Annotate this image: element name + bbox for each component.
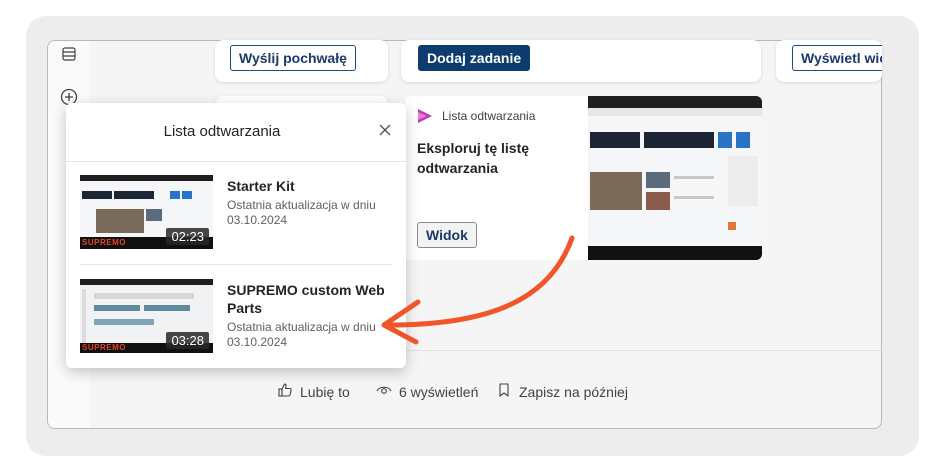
add-task-button[interactable]: Dodaj zadanie: [418, 45, 531, 71]
annotation-arrow: [381, 235, 575, 345]
thumbs-up-icon: [277, 382, 293, 401]
item-divider: [80, 264, 392, 265]
stream-icon: [417, 108, 433, 124]
views-label: 6 wyświetleń: [399, 383, 479, 400]
promo-label: Lista odtwarzania: [442, 109, 536, 123]
send-praise-button[interactable]: Wyślij pochwałę: [230, 45, 356, 71]
save-label: Zapisz na później: [519, 383, 628, 400]
save-for-later-button[interactable]: Zapisz na później: [496, 382, 628, 401]
playlist-popup: Lista odtwarzania SUPREMO 02:23 Starter …: [66, 103, 406, 368]
promo-heading: Eksploruj tę listę odtwarzania: [417, 140, 530, 176]
like-button[interactable]: Lubię to: [277, 382, 350, 401]
video-thumbnail[interactable]: SUPREMO 02:23: [80, 175, 213, 249]
popup-title: Lista odtwarzania: [163, 123, 281, 140]
like-label: Lubię to: [300, 383, 350, 400]
eye-icon: [376, 382, 392, 401]
show-more-button[interactable]: Wyświetl więc: [792, 45, 882, 71]
brand-logo: SUPREMO: [82, 343, 126, 352]
video-updated-label: Ostatnia aktualizacja w dniu: [227, 198, 376, 212]
video-thumbnail[interactable]: SUPREMO 03:28: [80, 279, 213, 353]
video-updated-date: 03.10.2024: [227, 213, 288, 227]
views-count: 6 wyświetleń: [376, 382, 478, 401]
list-icon[interactable]: [58, 43, 80, 65]
playlist-preview-image[interactable]: [588, 96, 762, 260]
brand-logo: SUPREMO: [82, 238, 126, 247]
popup-divider: [66, 161, 406, 162]
video-duration: 03:28: [166, 332, 209, 349]
video-title[interactable]: Starter Kit: [227, 177, 397, 195]
video-duration: 02:23: [166, 228, 209, 245]
close-icon[interactable]: [376, 121, 394, 139]
bookmark-icon: [496, 382, 512, 401]
